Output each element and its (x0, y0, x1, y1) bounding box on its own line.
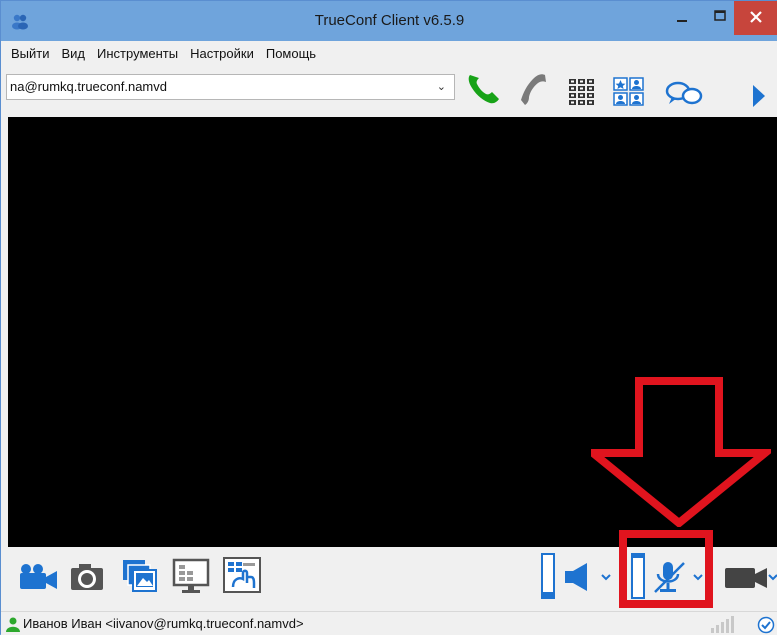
contacts-icon[interactable] (613, 77, 645, 107)
maximize-icon (714, 10, 726, 21)
status-user-text: Иванов Иван <iivanov@rumkq.trueconf.namv… (23, 616, 304, 631)
chevron-down-icon[interactable]: ⌄ (437, 75, 446, 99)
expand-panel-icon[interactable] (749, 83, 769, 109)
remote-desktop-icon[interactable] (221, 555, 263, 595)
menu-help[interactable]: Помощь (266, 46, 316, 61)
snapshot-icon[interactable] (69, 559, 105, 593)
dialpad-icon[interactable] (567, 77, 597, 107)
connection-status-icon (757, 616, 775, 634)
minimize-button[interactable] (662, 1, 702, 35)
minimize-icon (677, 20, 687, 22)
video-area[interactable] (8, 117, 777, 547)
menu-settings[interactable]: Настройки (190, 46, 254, 61)
address-combobox[interactable]: na@rumkq.trueconf.namvd ⌄ (6, 74, 455, 100)
call-icon[interactable] (463, 69, 505, 109)
menu-view[interactable]: Вид (62, 46, 86, 61)
user-online-icon (6, 617, 20, 632)
app-window: TrueConf Client v6.5.9 Выйти Вид Инструм… (0, 0, 777, 635)
microphone-muted-icon[interactable] (651, 559, 689, 595)
speaker-icon[interactable] (563, 561, 593, 593)
chat-icon[interactable] (664, 79, 706, 109)
toolbar: na@rumkq.trueconf.namvd ⌄ (1, 65, 777, 117)
menu-bar: Выйти Вид Инструменты Настройки Помощь (1, 41, 777, 65)
screen-share-icon[interactable] (171, 557, 213, 595)
status-bar: Иванов Иван <iivanov@rumkq.trueconf.namv… (1, 611, 777, 635)
slideshow-icon[interactable] (120, 557, 160, 593)
video-icon[interactable] (723, 565, 777, 591)
title-bar[interactable]: TrueConf Client v6.5.9 (1, 1, 777, 41)
media-control-bar (1, 547, 777, 611)
speaker-dropdown-chevron-icon[interactable] (600, 572, 612, 582)
close-button[interactable] (734, 1, 777, 35)
microphone-dropdown-chevron-icon[interactable] (692, 572, 704, 582)
camera-icon[interactable] (17, 562, 61, 592)
speaker-volume-slider[interactable] (539, 552, 559, 602)
address-value: na@rumkq.trueconf.namvd (10, 79, 167, 94)
hangup-icon[interactable] (511, 69, 553, 109)
menu-exit[interactable]: Выйти (11, 46, 50, 61)
signal-strength-icon (711, 616, 734, 633)
menu-tools[interactable]: Инструменты (97, 46, 178, 61)
close-icon (750, 11, 762, 23)
maximize-button[interactable] (702, 1, 738, 35)
window-title: TrueConf Client v6.5.9 (314, 12, 465, 29)
microphone-volume-slider[interactable] (629, 552, 649, 602)
